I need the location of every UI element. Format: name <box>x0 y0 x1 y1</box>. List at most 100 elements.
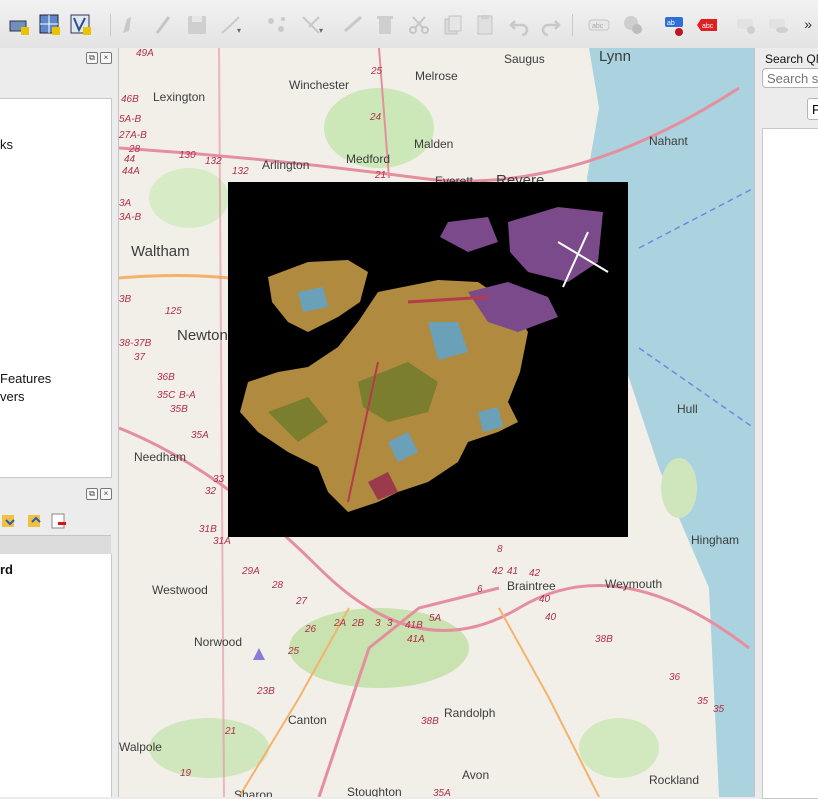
label-move-icon[interactable] <box>734 12 760 38</box>
pencil-icon[interactable] <box>118 12 144 38</box>
label-show-icon[interactable] <box>766 12 792 38</box>
search-input[interactable] <box>762 68 818 88</box>
route-label: 3 <box>375 618 381 629</box>
land-use-raster <box>240 207 609 512</box>
place-label: Avon <box>462 768 490 782</box>
digitize-icon[interactable] <box>6 12 32 38</box>
float-icon[interactable]: ⧉ <box>86 488 98 500</box>
pencil-icon[interactable] <box>150 12 176 38</box>
place-label: Hingham <box>691 533 740 547</box>
route-label: 27 <box>296 596 308 607</box>
place-label: Braintree <box>507 579 556 593</box>
route-label: 35 <box>713 704 725 715</box>
save-edits-icon[interactable] <box>184 12 210 38</box>
raster-layer <box>228 182 628 537</box>
browser-dock-controls: ⧉ × <box>84 52 112 64</box>
route-label: 19 <box>180 768 192 779</box>
copy-icon[interactable] <box>440 12 466 38</box>
place-label: Stoughton <box>347 785 402 797</box>
route-label: 38B <box>421 716 439 727</box>
label-abc-icon[interactable]: abc <box>694 12 720 38</box>
svg-text:abc: abc <box>592 23 604 30</box>
route-label: 35A <box>191 430 209 441</box>
route-label: 132 <box>232 166 249 177</box>
route-label: 42 <box>492 566 504 577</box>
route-label: 8 <box>497 544 503 555</box>
route-label: 23B <box>257 686 275 697</box>
route-label: 26 <box>305 624 317 635</box>
left-dock: ⧉ × ks Features vers ⧉ × rd <box>0 48 119 797</box>
label-icon[interactable]: abc <box>586 12 612 38</box>
route-label: 2B <box>352 618 365 629</box>
collapse-all-icon[interactable] <box>28 515 41 527</box>
route-label: 35A <box>433 788 451 797</box>
route-label: 38B <box>595 634 613 645</box>
node-tool-icon[interactable] <box>264 12 290 38</box>
place-label: Newton <box>177 327 228 344</box>
place-label: Rockland <box>649 773 700 787</box>
route-label: 132 <box>205 156 222 167</box>
svg-text:▾: ▾ <box>319 26 323 35</box>
cut-icon[interactable] <box>406 12 432 38</box>
close-icon[interactable]: × <box>100 488 112 500</box>
route-label: 24 <box>370 112 382 123</box>
toolbar-overflow-icon[interactable]: » <box>804 16 812 32</box>
layers-dock-controls: ⧉ × <box>84 488 112 500</box>
add-line-icon[interactable]: ▾ <box>218 12 244 38</box>
place-label: Norwood <box>194 635 243 649</box>
route-label: 36B <box>157 372 175 383</box>
route-label: 31A <box>213 536 231 547</box>
place-label: Sharon <box>234 788 273 797</box>
delete-icon[interactable] <box>372 12 398 38</box>
place-label: Arlington <box>262 158 310 172</box>
redo-icon[interactable] <box>538 12 564 38</box>
layers-header <box>0 535 111 555</box>
route-label: 41B <box>405 620 423 631</box>
route-label: 32 <box>205 486 217 497</box>
browser-tree: ks Features vers <box>0 98 112 478</box>
route-label: 31B <box>199 524 217 535</box>
route-label: 2A <box>334 618 347 629</box>
remove-layer-icon[interactable] <box>51 513 66 529</box>
close-icon[interactable]: × <box>100 52 112 64</box>
browser-item[interactable]: vers <box>0 389 25 404</box>
place-label: Saugus <box>504 52 545 66</box>
add-feature-icon[interactable] <box>340 12 366 38</box>
route-label: 125 <box>165 306 182 317</box>
search-panel-title: Search QM <box>765 52 818 66</box>
label-tool-icon[interactable]: ab <box>662 12 688 38</box>
label-pin-icon[interactable] <box>620 12 646 38</box>
route-label: 44 <box>124 154 136 165</box>
browser-item[interactable]: Features <box>0 371 51 386</box>
float-icon[interactable]: ⧉ <box>86 52 98 64</box>
route-label: 40 <box>545 612 557 623</box>
layer-item[interactable]: rd <box>0 562 13 577</box>
route-label: 38-37B <box>119 338 152 349</box>
search-filter-select[interactable]: F <box>807 98 818 120</box>
route-label: 28 <box>272 580 284 591</box>
route-label: 46B <box>121 94 139 105</box>
vertex-tool-icon[interactable]: ▾ <box>298 12 324 38</box>
place-label: Randolph <box>444 706 496 720</box>
route-label: 41 <box>507 566 519 577</box>
route-label: 25 <box>288 646 300 657</box>
route-label: 130 <box>179 150 196 161</box>
layers-list: rd <box>0 554 112 797</box>
route-label: 49A <box>136 48 154 59</box>
new-layer-icon[interactable] <box>37 12 63 38</box>
place-label: Hull <box>677 402 698 416</box>
map-canvas[interactable]: Lynn Saugus Winchester Melrose Lexington… <box>119 48 754 797</box>
route-label: 33 <box>213 474 225 485</box>
route-label: 42 <box>529 568 541 579</box>
svg-text:ab: ab <box>667 20 675 27</box>
undo-icon[interactable] <box>506 12 532 38</box>
vector-edit-icon[interactable] <box>68 12 94 38</box>
route-label: 35C <box>157 390 176 401</box>
route-label: 5A <box>429 613 442 624</box>
place-label: Winchester <box>289 78 350 92</box>
place-label: Walpole <box>119 740 162 754</box>
browser-item[interactable]: ks <box>0 137 13 152</box>
route-label: 29A <box>242 566 260 577</box>
expand-all-icon[interactable] <box>2 515 15 527</box>
paste-icon[interactable] <box>472 12 498 38</box>
